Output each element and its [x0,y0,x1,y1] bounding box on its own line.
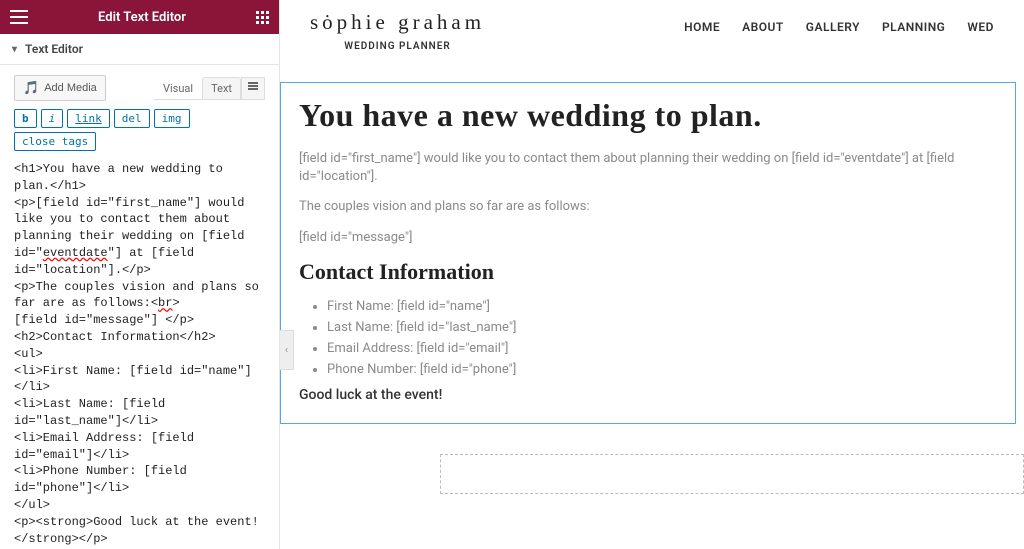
intro-paragraph: [field id="first_name"] would like you t… [299,150,997,186]
site-nav: HOME ABOUT GALLERY PLANNING WED [684,10,994,34]
tab-visual[interactable]: Visual [154,77,202,99]
qt-img-button[interactable]: img [154,109,190,128]
list-item: Email Address: [field id="email"] [327,341,997,356]
editor-sidebar: Edit Text Editor ▾ Text Editor 🎵 Add Med… [0,0,280,549]
list-item: First Name: [field id="name"] [327,299,997,314]
apps-icon[interactable] [256,11,269,24]
page-title: You have a new wedding to plan. [299,97,997,134]
contact-list: First Name: [field id="name"] Last Name:… [327,299,997,377]
media-bar: 🎵 Add Media Visual Text [14,75,265,101]
logo-block: sȯphie graham WEDDING PLANNER [310,10,485,52]
nav-gallery[interactable]: GALLERY [806,20,860,34]
add-media-button[interactable]: 🎵 Add Media [14,75,106,101]
panel-body: 🎵 Add Media Visual Text b i link del img… [0,65,279,549]
editor-tabs: Visual Text [154,77,265,100]
accordion-text-editor[interactable]: ▾ Text Editor [0,34,279,65]
site-tagline: WEDDING PLANNER [310,41,485,52]
accordion-label: Text Editor [25,42,83,56]
qt-link-button[interactable]: link [67,109,110,128]
media-icon: 🎵 [23,80,39,96]
contact-heading: Contact Information [299,259,997,285]
dropzone[interactable] [440,454,1024,494]
nav-about[interactable]: ABOUT [742,20,784,34]
fullscreen-button[interactable] [241,77,265,99]
fullscreen-icon [248,82,258,92]
preview-pane: ‹ sȯphie graham WEDDING PLANNER HOME ABO… [280,0,1024,549]
nav-home[interactable]: HOME [684,20,720,34]
collapse-handle[interactable]: ‹ [280,330,294,370]
nav-planning[interactable]: PLANNING [882,20,945,34]
panel-title: Edit Text Editor [98,10,186,25]
caret-down-icon: ▾ [12,44,17,55]
qt-italic-button[interactable]: i [41,109,64,128]
qt-close-tags-button[interactable]: close tags [14,132,96,151]
site-logo: sȯphie graham [310,10,485,35]
message-placeholder: [field id="message"] [299,229,997,247]
site-header: sȯphie graham WEDDING PLANNER HOME ABOUT… [280,0,1024,82]
content-frame[interactable]: You have a new wedding to plan. [field i… [280,82,1016,424]
qt-del-button[interactable]: del [114,109,150,128]
qt-bold-button[interactable]: b [14,109,37,128]
quicktags-toolbar: b i link del img close tags [14,109,265,151]
sidebar-header: Edit Text Editor [0,0,279,34]
nav-wed[interactable]: WED [967,20,994,34]
list-item: Phone Number: [field id="phone"] [327,362,997,377]
vision-label: The couples vision and plans so far are … [299,198,997,216]
list-item: Last Name: [field id="last_name"] [327,320,997,335]
tab-text[interactable]: Text [202,77,241,99]
code-textarea[interactable]: <h1>You have a new wedding to plan.</h1>… [14,161,265,547]
add-media-label: Add Media [44,82,97,94]
goodluck-text: Good luck at the event! [299,387,997,403]
menu-icon[interactable] [10,10,28,24]
